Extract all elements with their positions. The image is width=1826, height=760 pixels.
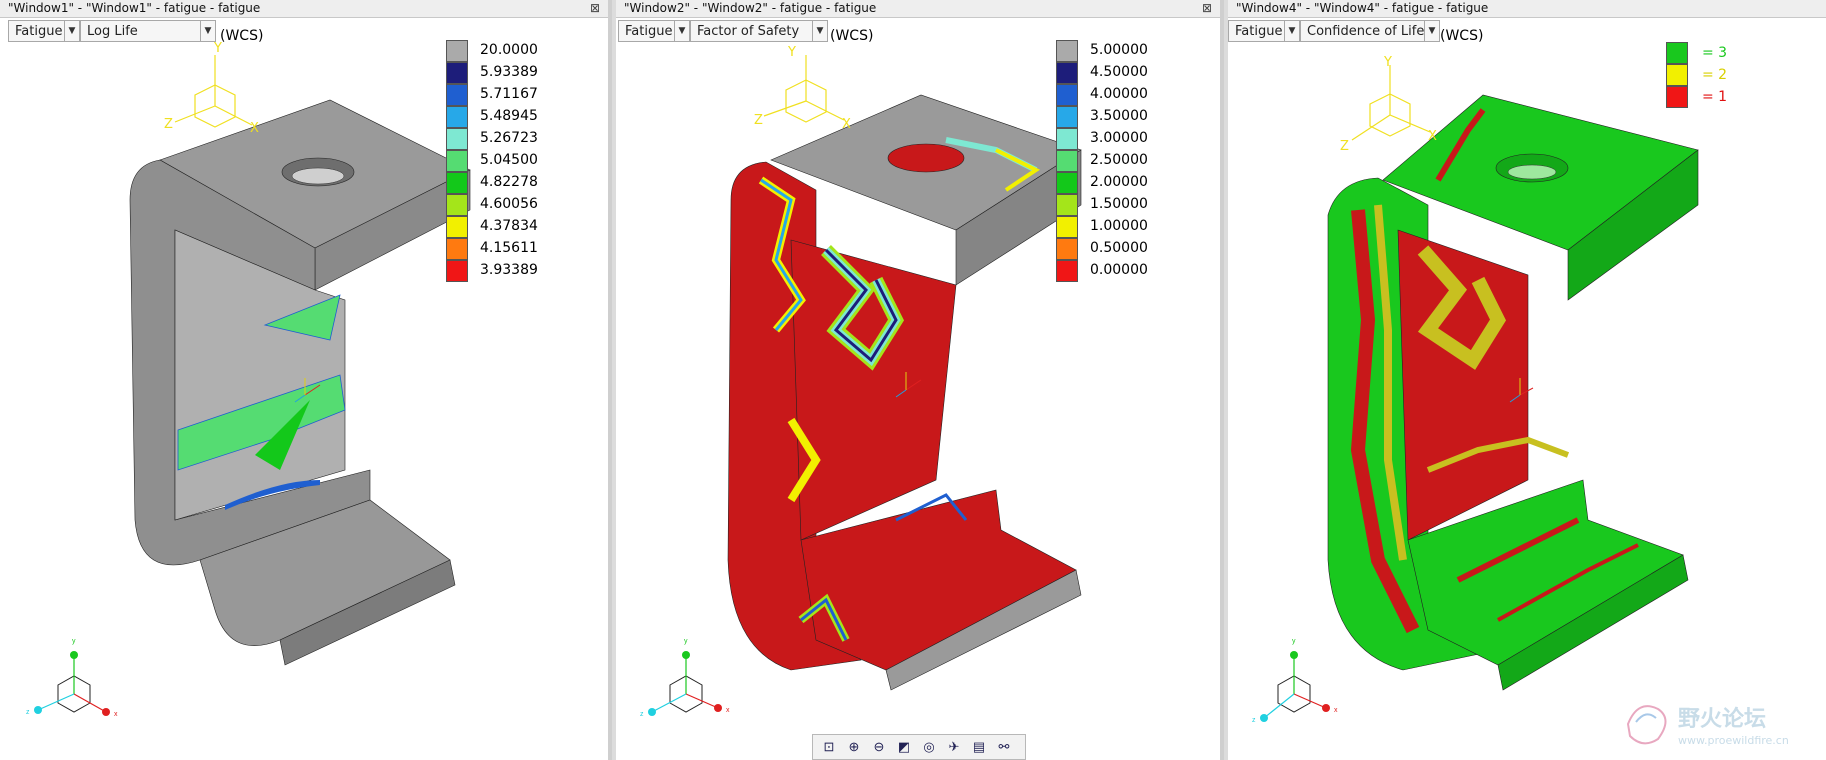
legend-swatch	[1056, 84, 1078, 106]
small-triad-z: z	[640, 711, 644, 718]
legend-value: 0.00000	[1090, 262, 1148, 278]
view-triad	[763, 55, 845, 123]
bracket-hole	[887, 143, 965, 173]
legend-value: 4.50000	[1090, 64, 1148, 80]
small-triad-z: z	[26, 709, 30, 716]
legend-swatch	[446, 128, 468, 150]
triad-x-label: X	[842, 117, 851, 132]
legend-swatch	[446, 106, 468, 128]
global-triad	[1260, 651, 1330, 722]
legend-swatch	[446, 172, 468, 194]
legend-swatch	[1056, 40, 1078, 62]
triad-x-label: X	[1428, 129, 1437, 144]
legend-value: 1.50000	[1090, 196, 1148, 212]
zoom-fit-icon[interactable]: ⊡	[819, 738, 839, 756]
legend-swatch	[1666, 42, 1688, 64]
legend-value: 5.71167	[480, 86, 538, 102]
triad-z-label: Z	[164, 117, 173, 132]
small-triad-y: y	[72, 638, 76, 645]
triad-y-label: Y	[213, 41, 222, 56]
window-confidence-of-life: "Window4" - "Window4" - fatigue - fatigu…	[1228, 0, 1826, 760]
small-triad-z: z	[1252, 717, 1256, 724]
legend-value: 5.93389	[480, 64, 538, 80]
legend-swatch	[446, 194, 468, 216]
triad-y-label: Y	[1383, 55, 1392, 70]
zoom-out-icon[interactable]: ⊖	[869, 738, 889, 756]
legend-swatch	[1666, 64, 1688, 86]
spin-icon[interactable]: ✈	[944, 738, 964, 756]
legend-swatch	[446, 62, 468, 84]
legend-value: 20.0000	[480, 42, 538, 58]
model-viewport[interactable]: Y X Z y x z	[1228, 0, 1826, 760]
small-triad-x: x	[726, 707, 730, 714]
legend-value: 3.50000	[1090, 108, 1148, 124]
watermark-logo: 野火论坛 www.proewildfire.cn	[1626, 705, 1789, 747]
legend-swatch	[1666, 86, 1688, 108]
view-toolbar: ⊡ ⊕ ⊖ ◩ ◎ ✈ ▤ ⚯	[812, 734, 1026, 760]
legend-swatch	[446, 150, 468, 172]
global-triad	[34, 651, 110, 716]
view-triad	[1351, 65, 1431, 141]
legend-swatch	[446, 40, 468, 62]
triad-z-label: Z	[754, 113, 763, 128]
watermark-url: www.proewildfire.cn	[1678, 734, 1789, 747]
bracket-model	[129, 99, 471, 666]
small-triad-y: y	[684, 638, 688, 645]
display-style-icon[interactable]: ⚯	[994, 738, 1014, 756]
legend-swatch	[1056, 238, 1078, 260]
bracket-model	[1327, 94, 1699, 691]
legend-swatch	[1056, 150, 1078, 172]
legend-swatch	[446, 216, 468, 238]
orient-icon[interactable]: ◎	[919, 738, 939, 756]
small-triad-x: x	[1334, 707, 1338, 714]
zoom-in-icon[interactable]: ⊕	[844, 738, 864, 756]
legend-swatch	[446, 84, 468, 106]
legend-value: 4.82278	[480, 174, 538, 190]
legend-value: 4.60056	[480, 196, 538, 212]
legend-value: 3.93389	[480, 262, 538, 278]
legend-value: 1.00000	[1090, 218, 1148, 234]
legend-value: = 2	[1702, 67, 1728, 83]
global-triad	[648, 651, 722, 716]
legend-value: 5.00000	[1090, 42, 1148, 58]
triad-x-label: X	[250, 121, 259, 136]
small-triad-x: x	[114, 711, 118, 718]
legend-swatch	[446, 260, 468, 282]
legend-swatch	[1056, 128, 1078, 150]
legend-value: 5.04500	[480, 152, 538, 168]
saved-views-icon[interactable]: ▤	[969, 738, 989, 756]
view-triad	[174, 55, 253, 128]
window-factor-of-safety: "Window2" - "Window2" - fatigue - fatigu…	[616, 0, 1224, 760]
legend-swatch	[1056, 260, 1078, 282]
legend-value: = 3	[1702, 45, 1728, 61]
legend-value: 5.26723	[480, 130, 538, 146]
legend-swatch	[1056, 194, 1078, 216]
legend-value: = 1	[1702, 89, 1728, 105]
legend-value: 3.00000	[1090, 130, 1148, 146]
legend-value: 4.00000	[1090, 86, 1148, 102]
legend-swatch	[1056, 62, 1078, 84]
legend-swatch	[1056, 106, 1078, 128]
small-triad-y: y	[1292, 638, 1296, 645]
legend-swatch	[1056, 172, 1078, 194]
legend-value: 0.50000	[1090, 240, 1148, 256]
legend-value: 2.50000	[1090, 152, 1148, 168]
watermark-text: 野火论坛	[1678, 706, 1766, 732]
triad-y-label: Y	[787, 45, 796, 60]
window-log-life: "Window1" - "Window1" - fatigue - fatigu…	[0, 0, 612, 760]
zoom-window-icon[interactable]: ◩	[894, 738, 914, 756]
bracket-inner-face	[1397, 229, 1529, 541]
legend-value: 4.37834	[480, 218, 538, 234]
legend-value: 5.48945	[480, 108, 538, 124]
bracket-model	[727, 94, 1082, 691]
legend-value: 4.15611	[480, 240, 538, 256]
triad-z-label: Z	[1340, 139, 1349, 154]
legend-swatch	[446, 238, 468, 260]
legend-value: 2.00000	[1090, 174, 1148, 190]
legend-swatch	[1056, 216, 1078, 238]
